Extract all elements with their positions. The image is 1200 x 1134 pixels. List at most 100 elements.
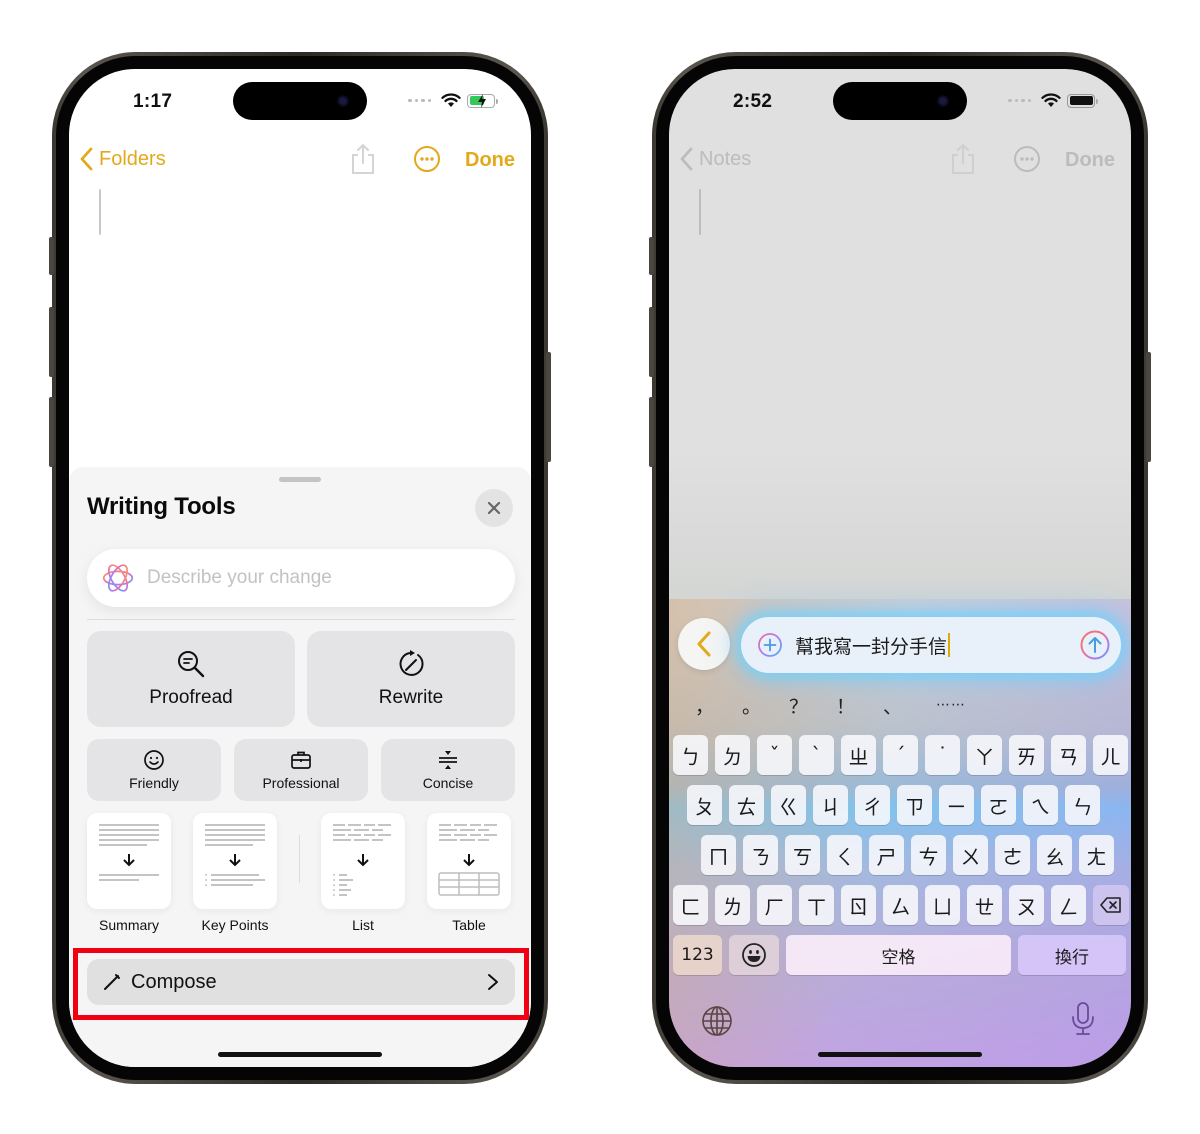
key[interactable]: ㄟ xyxy=(1023,785,1058,825)
key[interactable]: ˊ xyxy=(883,735,918,775)
ellipsis-circle-icon[interactable] xyxy=(413,145,441,173)
key[interactable]: ㄎ xyxy=(785,835,820,875)
send-arrow-up-icon[interactable] xyxy=(1079,629,1111,661)
rewrite-button[interactable]: Rewrite xyxy=(307,631,515,727)
compose-button[interactable]: Compose xyxy=(87,959,515,1005)
professional-button[interactable]: Professional xyxy=(234,739,368,801)
summary-doc-icon xyxy=(99,824,159,881)
globe-icon[interactable] xyxy=(701,1005,733,1037)
key[interactable]: ㄜ xyxy=(995,835,1030,875)
key[interactable]: ㄋ xyxy=(743,835,778,875)
key[interactable]: ㄞ xyxy=(1009,735,1044,775)
key[interactable]: ㄐ xyxy=(813,785,848,825)
table-button[interactable]: Table xyxy=(427,813,511,933)
compose-prompt-input[interactable]: 幫我寫一封分手信 xyxy=(795,632,1079,659)
text-cursor xyxy=(699,189,701,235)
table-doc-icon xyxy=(438,824,500,896)
key[interactable]: ˇ xyxy=(757,735,792,775)
key[interactable]: ㄠ xyxy=(1037,835,1072,875)
punct-key[interactable]: ⋯⋯ xyxy=(916,697,986,713)
done-button[interactable]: Done xyxy=(1065,149,1115,172)
sheet-grabber[interactable] xyxy=(279,477,321,482)
key[interactable]: ㄧ xyxy=(939,785,974,825)
home-indicator[interactable] xyxy=(218,1052,382,1057)
key-points-label: Key Points xyxy=(201,917,269,933)
return-key[interactable]: 換行 xyxy=(1018,935,1126,975)
key[interactable]: ㄥ xyxy=(1051,885,1086,925)
back-to-notes-button[interactable]: Notes xyxy=(679,147,751,171)
punct-key[interactable]: ！ xyxy=(822,692,869,719)
delete-key[interactable] xyxy=(1093,885,1129,925)
key[interactable]: ㄛ xyxy=(981,785,1016,825)
key-points-doc-icon xyxy=(205,824,265,886)
key[interactable]: ㄔ xyxy=(855,785,890,825)
compose-prompt-field[interactable]: 幫我寫一封分手信 xyxy=(741,617,1121,673)
key[interactable]: ㄅ xyxy=(673,735,708,775)
punct-key[interactable]: 、 xyxy=(869,692,916,719)
key[interactable]: ㄉ xyxy=(715,735,750,775)
key[interactable]: ㄡ xyxy=(1009,885,1044,925)
microphone-icon[interactable] xyxy=(1071,1001,1095,1037)
emoji-key[interactable] xyxy=(729,935,779,975)
friendly-button[interactable]: Friendly xyxy=(87,739,221,801)
key[interactable]: ㄊ xyxy=(729,785,764,825)
key[interactable]: ㄦ xyxy=(1093,735,1128,775)
key[interactable]: ㄙ xyxy=(883,885,918,925)
home-indicator[interactable] xyxy=(818,1052,982,1057)
smiley-icon xyxy=(144,750,164,770)
close-button[interactable] xyxy=(475,489,513,527)
key[interactable]: ㄘ xyxy=(911,835,946,875)
compose-label: Compose xyxy=(131,970,217,993)
key[interactable]: ㄖ xyxy=(841,885,876,925)
compose-back-button[interactable] xyxy=(678,618,730,670)
key[interactable]: ㄓ xyxy=(841,735,876,775)
key[interactable]: ㄚ xyxy=(967,735,1002,775)
punct-key[interactable]: 。 xyxy=(728,692,775,719)
share-icon[interactable] xyxy=(350,143,376,175)
describe-change-input[interactable] xyxy=(147,567,515,589)
space-key[interactable]: 空格 xyxy=(786,935,1011,975)
briefcase-icon xyxy=(291,751,311,769)
rewrite-icon xyxy=(399,650,424,676)
punct-key[interactable]: ？ xyxy=(775,692,822,719)
key[interactable]: ㄤ xyxy=(1079,835,1114,875)
describe-change-field[interactable] xyxy=(87,549,515,607)
key[interactable]: ㄒ xyxy=(799,885,834,925)
add-attachment-icon[interactable] xyxy=(757,632,783,658)
key[interactable]: ㄆ xyxy=(687,785,722,825)
proofread-button[interactable]: Proofread xyxy=(87,631,295,727)
key[interactable]: ˋ xyxy=(799,735,834,775)
key[interactable]: ㄝ xyxy=(967,885,1002,925)
ellipsis-circle-icon[interactable] xyxy=(1013,145,1041,173)
proofread-label: Proofread xyxy=(149,687,233,708)
action-button xyxy=(649,237,654,275)
numbers-key[interactable]: 123 xyxy=(673,935,722,975)
summary-button[interactable]: Summary xyxy=(87,813,171,933)
key[interactable]: ㄈ xyxy=(673,885,708,925)
key[interactable]: ㄍ xyxy=(771,785,806,825)
key[interactable]: ㄢ xyxy=(1051,735,1086,775)
done-button[interactable]: Done xyxy=(465,149,515,172)
key-points-button[interactable]: Key Points xyxy=(193,813,277,933)
apple-intelligence-icon xyxy=(102,564,134,592)
concise-button[interactable]: Concise xyxy=(381,739,515,801)
key[interactable]: ㄇ xyxy=(701,835,736,875)
list-button[interactable]: List xyxy=(321,813,405,933)
volume-up-button xyxy=(49,307,54,377)
key[interactable]: ㄕ xyxy=(869,835,904,875)
key[interactable]: ㄗ xyxy=(897,785,932,825)
key[interactable]: ㄩ xyxy=(925,885,960,925)
back-to-folders-button[interactable]: Folders xyxy=(79,147,166,171)
key[interactable]: ˙ xyxy=(925,735,960,775)
key[interactable]: ㄣ xyxy=(1065,785,1100,825)
punct-key[interactable]: ， xyxy=(681,692,728,719)
volume-down-button xyxy=(649,397,654,467)
cellular-signal-icon xyxy=(408,98,431,103)
key[interactable]: ㄏ xyxy=(757,885,792,925)
friendly-label: Friendly xyxy=(129,775,179,791)
share-icon[interactable] xyxy=(950,143,976,175)
power-button xyxy=(546,352,551,462)
key[interactable]: ㄑ xyxy=(827,835,862,875)
key[interactable]: ㄨ xyxy=(953,835,988,875)
key[interactable]: ㄌ xyxy=(715,885,750,925)
